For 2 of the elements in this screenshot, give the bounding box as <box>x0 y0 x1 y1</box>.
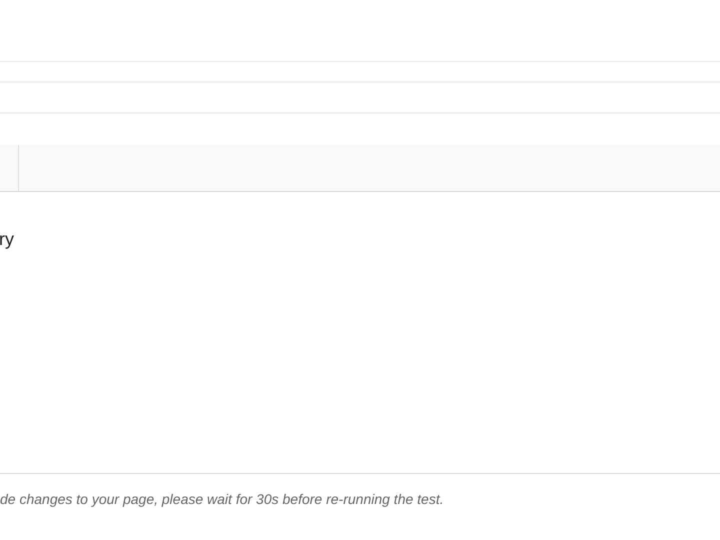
footer-note: de changes to your page, please wait for 30s before re-running the test. <box>0 491 444 507</box>
section-heading: ry <box>0 229 14 249</box>
